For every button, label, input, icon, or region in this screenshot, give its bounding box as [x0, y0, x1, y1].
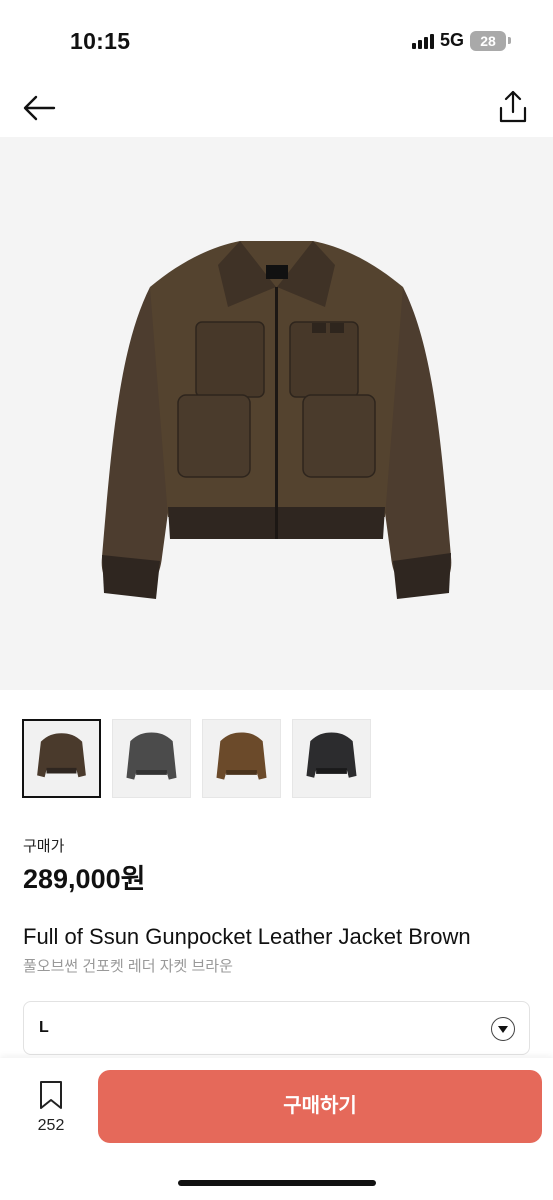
- buy-button[interactable]: 구매하기: [98, 1070, 542, 1143]
- thumbnail-4[interactable]: [292, 719, 371, 798]
- jacket-thumbnail-image: [126, 732, 177, 780]
- top-nav: [0, 80, 553, 136]
- back-button[interactable]: [20, 90, 60, 126]
- jacket-thumbnail-image: [216, 732, 267, 780]
- bookmark-count: 252: [37, 1117, 65, 1134]
- product-main-image[interactable]: [0, 137, 553, 690]
- thumbnail-gallery: [22, 719, 371, 798]
- bookmark-icon: [40, 1081, 62, 1109]
- product-price: 289,000원: [23, 864, 146, 894]
- share-button[interactable]: [495, 88, 531, 126]
- thumbnail-3[interactable]: [202, 719, 281, 798]
- size-selector[interactable]: L: [23, 1001, 530, 1055]
- chevron-down-icon: [491, 1017, 515, 1041]
- product-title: Full of Ssun Gunpocket Leather Jacket Br…: [23, 924, 471, 949]
- selected-size: L: [39, 1019, 49, 1036]
- share-icon: [499, 90, 527, 123]
- battery-icon: 28: [470, 30, 506, 51]
- jacket-thumbnail-image: [306, 732, 357, 778]
- status-bar: 10:15 5G 28: [0, 0, 553, 80]
- network-type: 5G: [439, 30, 464, 50]
- bookmark-button[interactable]: 252: [30, 1080, 72, 1136]
- price-label: 구매가: [23, 838, 65, 855]
- battery-tip: [508, 37, 511, 44]
- cellular-signal-icon: [411, 33, 434, 49]
- thumbnail-2[interactable]: [112, 719, 191, 798]
- bottom-action-bar: 252 구매하기: [0, 1058, 553, 1200]
- status-indicators: 5G 28: [411, 30, 511, 51]
- arrow-left-icon: [23, 95, 56, 121]
- jacket-illustration: [101, 241, 452, 599]
- thumbnail-1[interactable]: [22, 719, 101, 798]
- home-indicator: [178, 1180, 376, 1186]
- status-time: 10:15: [70, 28, 131, 54]
- product-title-korean: 풀오브썬 건포켓 레더 자켓 브라운: [23, 958, 233, 975]
- jacket-thumbnail-image: [37, 733, 86, 778]
